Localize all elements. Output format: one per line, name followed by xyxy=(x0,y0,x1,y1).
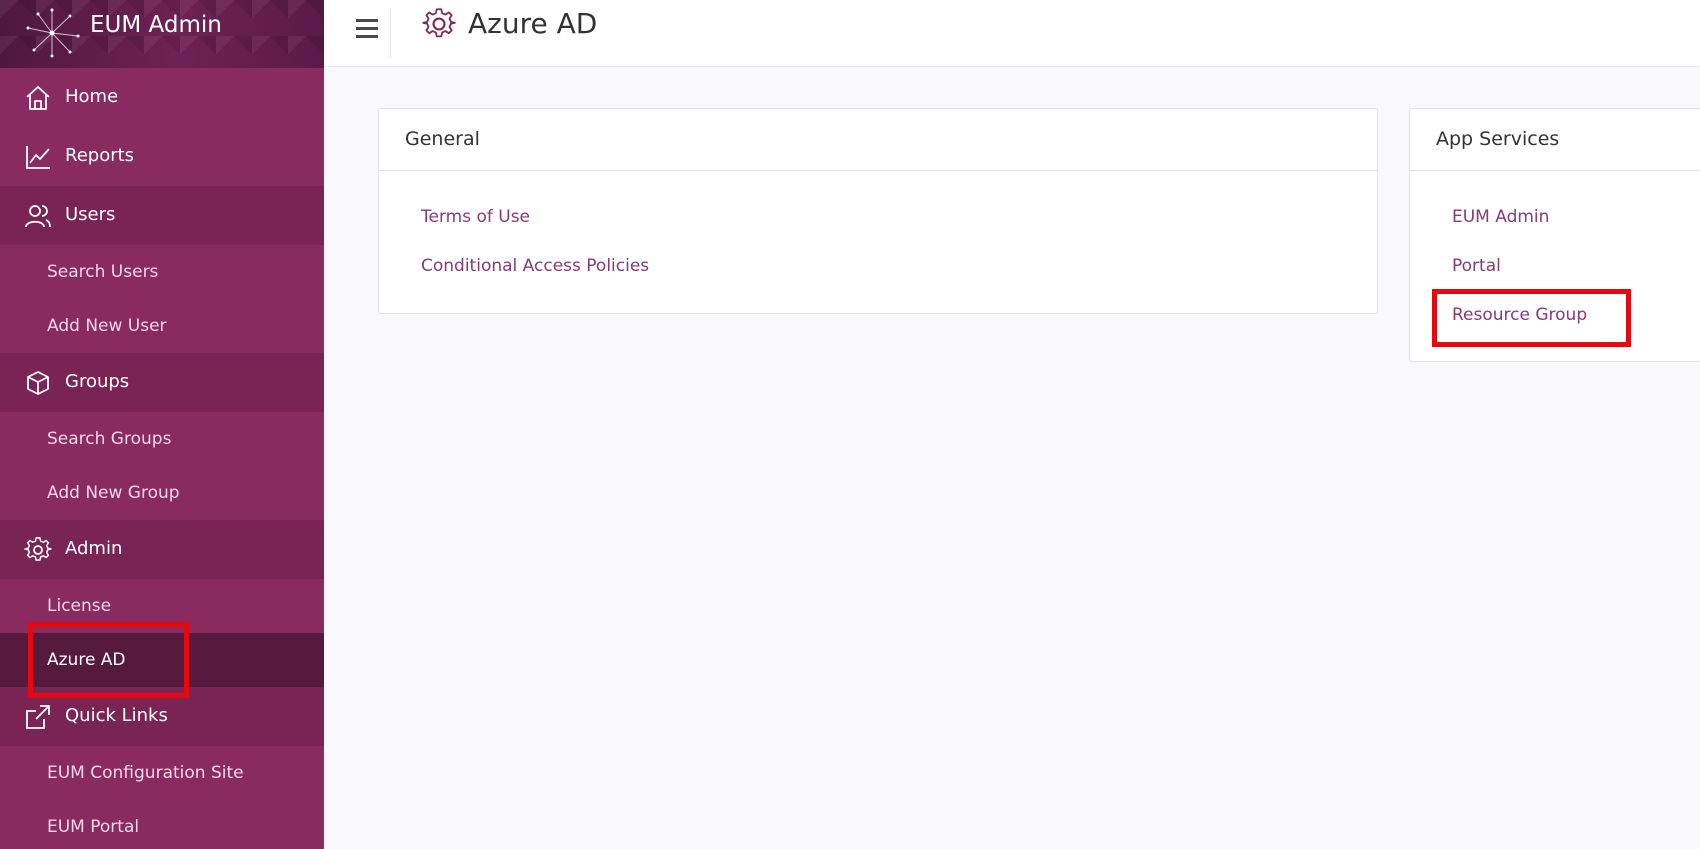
menu-toggle-button[interactable] xyxy=(330,8,391,58)
sidebar-item-label: Home xyxy=(65,86,119,107)
page-title: Azure AD xyxy=(468,7,598,40)
portal-link[interactable]: Portal xyxy=(1452,255,1501,277)
sidebar-item-reports[interactable]: Reports xyxy=(0,127,324,186)
conditional-access-policies-link[interactable]: Conditional Access Policies xyxy=(421,255,649,277)
gear-icon xyxy=(422,8,456,38)
sidebar-subitem-label: Add New Group xyxy=(47,483,180,503)
sidebar-item-admin[interactable]: Admin xyxy=(0,520,324,579)
logo-icon xyxy=(26,8,80,58)
sidebar-subitem-label: License xyxy=(47,596,112,616)
home-icon xyxy=(26,86,50,110)
sidebar-subitem-label: EUM Configuration Site xyxy=(47,763,244,783)
sidebar-item-search-groups[interactable]: Search Groups xyxy=(0,412,324,466)
sidebar-item-label: Admin xyxy=(65,538,123,559)
sidebar-item-users[interactable]: Users xyxy=(0,186,324,245)
sidebar-item-groups[interactable]: Groups xyxy=(0,353,324,412)
gear-icon xyxy=(24,537,52,561)
users-icon xyxy=(25,205,51,228)
highlight-box xyxy=(28,622,189,698)
sidebar-subitem-label: Search Users xyxy=(47,262,159,282)
card-title: General xyxy=(379,109,1377,171)
external-link-icon xyxy=(26,705,50,729)
sidebar-item-add-new-user[interactable]: Add New User xyxy=(0,299,324,353)
sidebar: EUM Admin Home Reports Users Search User… xyxy=(0,0,324,849)
terms-of-use-link[interactable]: Terms of Use xyxy=(421,206,530,228)
app-name: EUM Admin xyxy=(90,12,222,38)
eum-admin-link[interactable]: EUM Admin xyxy=(1452,206,1549,228)
box-icon xyxy=(27,371,49,395)
general-card: General Terms of Use Conditional Access … xyxy=(378,108,1378,314)
sidebar-item-eum-configuration-site[interactable]: EUM Configuration Site xyxy=(0,746,324,800)
sidebar-item-search-users[interactable]: Search Users xyxy=(0,245,324,299)
sidebar-subitem-label: EUM Portal xyxy=(47,817,140,837)
sidebar-item-eum-portal[interactable]: EUM Portal xyxy=(0,800,324,849)
sidebar-item-label: Users xyxy=(65,204,116,225)
sidebar-item-label: Reports xyxy=(65,145,135,166)
sidebar-subitem-label: Search Groups xyxy=(47,429,172,449)
sidebar-item-home[interactable]: Home xyxy=(0,68,324,127)
sidebar-item-label: Groups xyxy=(65,371,130,392)
brand-bar[interactable]: EUM Admin xyxy=(0,0,324,68)
sidebar-item-label: Quick Links xyxy=(65,705,168,726)
sidebar-subitem-label: Add New User xyxy=(47,316,167,336)
card-title: App Services xyxy=(1410,109,1700,171)
chart-line-icon xyxy=(26,146,50,169)
sidebar-item-add-new-group[interactable]: Add New Group xyxy=(0,466,324,520)
highlight-box xyxy=(1432,289,1631,347)
